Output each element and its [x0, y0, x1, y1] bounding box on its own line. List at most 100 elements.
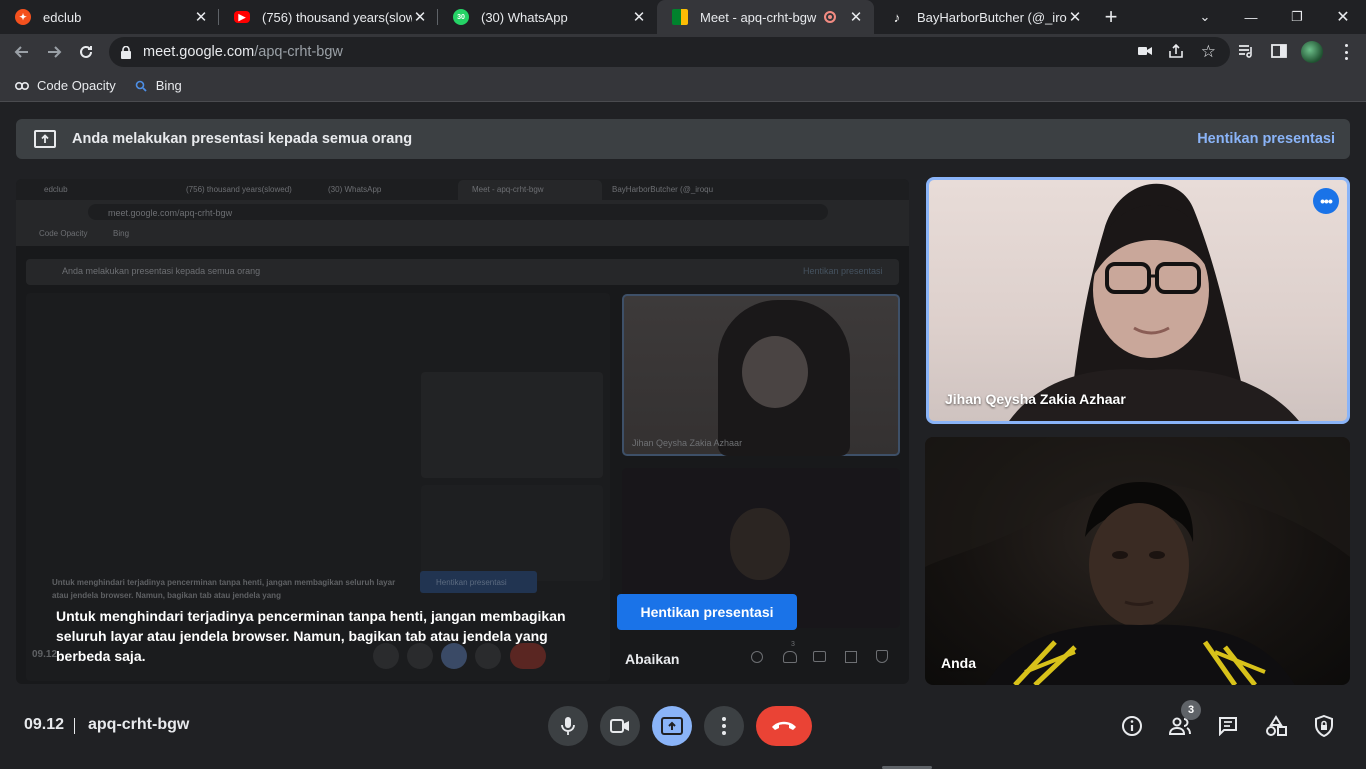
recording-indicator-icon — [824, 11, 836, 23]
participant-count-badge: 3 — [1181, 700, 1201, 720]
tab-sidebar-icon[interactable] — [1271, 44, 1287, 63]
forward-icon[interactable] — [38, 36, 70, 68]
activities-icon — [1266, 715, 1287, 736]
bookmark-label: Code Opacity — [37, 78, 116, 93]
chat-button[interactable] — [1208, 706, 1248, 746]
divider — [74, 718, 75, 734]
tab-title: (756) thousand years(slowed) — [262, 9, 412, 25]
close-icon[interactable]: ✕ — [412, 8, 428, 26]
youtube-icon: ▶ — [234, 11, 250, 23]
minimize-button[interactable]: — — [1228, 0, 1274, 34]
close-icon[interactable]: ✕ — [1067, 8, 1083, 26]
bookmark-bing[interactable]: Bing — [134, 78, 182, 93]
mirror-inner-tile — [421, 372, 603, 478]
meet-control-bar: 09.12 apq-crht-bgw 3 — [0, 700, 1366, 768]
reload-icon[interactable] — [70, 36, 102, 68]
tab-whatsapp[interactable]: 30 (30) WhatsApp ✕ — [438, 0, 657, 34]
meeting-code: apq-crht-bgw — [88, 716, 190, 733]
video-camera-icon — [610, 719, 629, 733]
camera-in-use-icon[interactable] — [1138, 45, 1152, 61]
mirror-tab-5: BayHarborButcher (@_iroqu — [612, 185, 714, 194]
tab-title: edclub — [43, 9, 82, 25]
mirror-url: meet.google.com/apq-crht-bgw — [108, 208, 233, 218]
participant-name: Jihan Qeysha Zakia Azhaar — [945, 391, 1126, 407]
bookmark-code-opacity[interactable]: Code Opacity — [15, 78, 116, 93]
tab-strip: ✦ edclub ✕ ▶ (756) thousand years(slowed… — [0, 0, 1366, 34]
bookmark-star-icon[interactable]: ☆ — [1201, 42, 1216, 62]
microphone-button[interactable] — [548, 706, 588, 746]
participant-tile-self[interactable]: Anda — [925, 437, 1350, 685]
mirror-lock-icon — [876, 650, 888, 663]
mirror-bookmark-2: Bing — [113, 229, 130, 238]
activities-button[interactable] — [1256, 706, 1296, 746]
leave-call-button[interactable] — [756, 706, 812, 746]
address-bar[interactable]: meet.google.com/apq-crht-bgw ☆ — [109, 37, 1230, 67]
participant-tile-jihan[interactable]: ••• Jihan Qeysha Zakia Azhaar — [926, 177, 1350, 424]
mirror-face — [742, 336, 808, 408]
close-icon[interactable]: ✕ — [631, 8, 647, 26]
mirror-tab-3: (30) WhatsApp — [328, 185, 382, 194]
tab-edclub[interactable]: ✦ edclub ✕ — [0, 0, 219, 34]
mirror-people-icon — [783, 651, 797, 663]
ignore-button[interactable]: Abaikan — [625, 651, 679, 667]
browser-toolbar: meet.google.com/apq-crht-bgw ☆ — [0, 34, 1366, 70]
mirror-info-icon — [751, 651, 763, 663]
mirror-participant-name: Jihan Qeysha Zakia Azhaar — [632, 438, 743, 448]
mirror-face — [730, 508, 790, 580]
mirror-warning-message: Untuk menghindari terjadinya pencerminan… — [56, 608, 566, 664]
participant-video — [925, 437, 1350, 685]
mirror-chat-icon — [813, 651, 826, 662]
mirror-tab-1: edclub — [44, 185, 68, 194]
meet-page: Anda melakukan presentasi kepada semua o… — [0, 103, 1366, 769]
whatsapp-icon: 30 — [453, 9, 469, 25]
code-opacity-icon — [15, 79, 29, 93]
tab-meet[interactable]: Meet - apq-crht-bgw ✕ — [657, 0, 874, 34]
more-options-button[interactable] — [704, 706, 744, 746]
restore-button[interactable]: ❐ — [1274, 0, 1320, 34]
shield-lock-icon — [1315, 715, 1333, 737]
present-screen-icon — [34, 130, 56, 148]
url-domain: meet.google.com — [143, 44, 255, 60]
host-controls-button[interactable] — [1304, 706, 1344, 746]
mirror-inner-stop-label: Hentikan presentasi — [436, 578, 507, 587]
window-close-button[interactable]: ✕ — [1320, 0, 1366, 34]
mirror-warning: Untuk menghindari terjadinya pencerminan… — [52, 578, 396, 600]
profile-avatar[interactable] — [1301, 41, 1323, 63]
kebab-menu-icon — [722, 717, 726, 735]
menu-kebab-icon[interactable] — [1338, 42, 1354, 62]
close-icon[interactable]: ✕ — [848, 8, 864, 26]
media-control-icon[interactable] — [1238, 44, 1254, 63]
participant-name: Anda — [941, 655, 976, 671]
stop-presenting-link[interactable]: Hentikan presentasi — [1197, 131, 1335, 147]
presenting-banner: Anda melakukan presentasi kepada semua o… — [16, 119, 1350, 159]
mirror-banner-stop: Hentikan presentasi — [803, 266, 883, 276]
new-tab-button[interactable]: + — [1093, 0, 1129, 34]
close-icon[interactable]: ✕ — [193, 8, 209, 26]
mirror-activities-icon — [845, 651, 857, 663]
mirror-tab-4: Meet - apq-crht-bgw — [472, 185, 544, 194]
meeting-details-button[interactable] — [1112, 706, 1152, 746]
tab-title: Meet - apq-crht-bgw — [700, 9, 817, 25]
tab-title: (30) WhatsApp — [481, 9, 568, 25]
bing-search-icon — [134, 79, 148, 93]
presentation-stage: edclub (756) thousand years(slowed) (30)… — [16, 179, 909, 684]
edclub-icon: ✦ — [15, 9, 31, 25]
mirror-tile-jihan: Jihan Qeysha Zakia Azhaar — [622, 294, 900, 456]
hang-up-icon — [772, 721, 796, 730]
share-icon[interactable] — [1168, 43, 1184, 63]
more-options-button[interactable]: ••• — [1313, 188, 1339, 214]
participant-video — [1009, 183, 1299, 421]
tab-youtube[interactable]: ▶ (756) thousand years(slowed) ✕ — [219, 0, 438, 34]
back-icon[interactable] — [6, 36, 38, 68]
mirror-inner-tile — [421, 485, 603, 581]
stop-presenting-button[interactable]: Hentikan presentasi — [617, 594, 797, 630]
present-now-button[interactable] — [652, 706, 692, 746]
banner-text: Anda melakukan presentasi kepada semua o… — [72, 131, 413, 147]
lock-icon — [121, 45, 131, 59]
camera-button[interactable] — [600, 706, 640, 746]
url-path: /apq-crht-bgw — [254, 44, 343, 60]
tab-tiktok[interactable]: ♪ BayHarborButcher (@_iroquois ✕ — [874, 0, 1093, 34]
tab-search-icon[interactable]: ⌄ — [1182, 0, 1228, 34]
mirror-bookmark-1: Code Opacity — [39, 229, 88, 238]
mirror-tab-2: (756) thousand years(slowed) — [186, 185, 292, 194]
